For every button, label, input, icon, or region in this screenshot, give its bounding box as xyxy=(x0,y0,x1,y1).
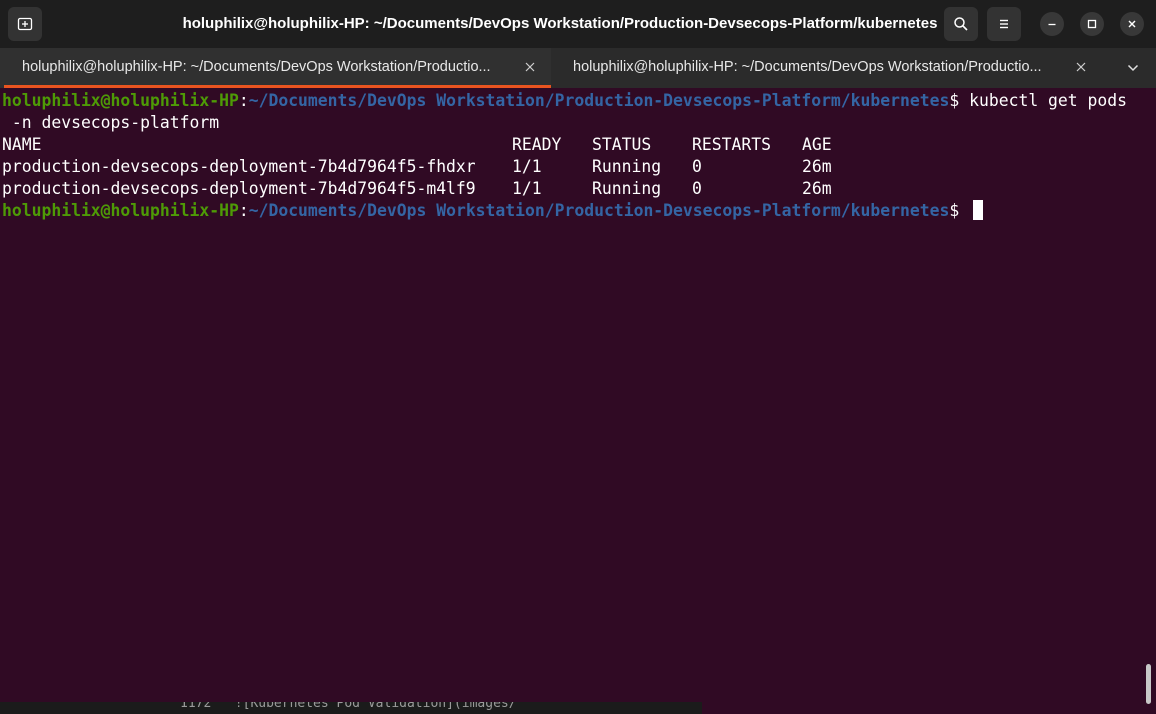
pod-status: Running xyxy=(592,179,662,198)
maximize-icon xyxy=(1087,19,1097,29)
table-row: production-devsecops-deployment-7b4d7964… xyxy=(2,156,1102,178)
prompt-line: holuphilix@holuphilix-HP:~/Documents/Dev… xyxy=(2,90,1127,112)
header-status: STATUS xyxy=(592,135,652,154)
prompt-path: ~/Documents/DevOps Workstation/Productio… xyxy=(248,201,950,220)
terminal-output[interactable]: holuphilix@holuphilix-HP:~/Documents/Dev… xyxy=(0,88,1140,714)
search-button[interactable] xyxy=(944,7,978,41)
scrollbar-thumb[interactable] xyxy=(1146,664,1151,704)
pod-ready: 1/1 xyxy=(512,157,542,176)
prompt-path: ~/Documents/DevOps Workstation/Productio… xyxy=(248,91,950,110)
pod-name: production-devsecops-deployment-7b4d7964… xyxy=(2,179,476,198)
prompt-symbol: $ xyxy=(949,91,970,110)
prompt-separator: : xyxy=(238,91,249,110)
tab-terminal-2[interactable]: holuphilix@holuphilix-HP: ~/Documents/De… xyxy=(551,48,1102,88)
close-icon xyxy=(525,62,535,72)
pod-name: production-devsecops-deployment-7b4d7964… xyxy=(2,157,476,176)
header-ready: READY xyxy=(512,135,562,154)
pod-ready: 1/1 xyxy=(512,179,542,198)
new-tab-icon xyxy=(17,17,33,31)
tab-bar: holuphilix@holuphilix-HP: ~/Documents/De… xyxy=(0,48,1156,88)
tab-close-button[interactable] xyxy=(521,58,539,76)
tab-label: holuphilix@holuphilix-HP: ~/Documents/De… xyxy=(22,59,491,75)
table-row: production-devsecops-deployment-7b4d7964… xyxy=(2,178,1102,200)
pod-age: 26m xyxy=(802,157,832,176)
search-icon xyxy=(954,17,968,31)
window-title: holuphilix@holuphilix-HP: ~/Documents/De… xyxy=(182,15,938,32)
chevron-down-icon xyxy=(1127,64,1139,72)
pod-status: Running xyxy=(592,157,662,176)
background-window: 1172 ![Kubernetes Pod Validation](images… xyxy=(0,702,702,714)
header-name: NAME xyxy=(2,135,42,154)
terminal-scrollbar[interactable] xyxy=(1140,88,1156,714)
minimize-icon xyxy=(1048,23,1056,26)
command-text: kubectl get pods xyxy=(969,91,1127,110)
table-header-row: NAME READY STATUS RESTARTS AGE xyxy=(2,134,1102,156)
prompt-user-host: holuphilix@holuphilix-HP xyxy=(2,201,239,220)
prompt-separator: : xyxy=(238,201,249,220)
close-icon xyxy=(1076,62,1086,72)
new-tab-button[interactable] xyxy=(8,7,42,41)
close-window-button[interactable] xyxy=(1120,12,1144,36)
pod-restarts: 0 xyxy=(692,157,702,176)
menu-button[interactable] xyxy=(987,7,1021,41)
pod-age: 26m xyxy=(802,179,832,198)
text-cursor xyxy=(973,200,984,220)
tab-overflow-button[interactable] xyxy=(1118,58,1148,78)
command-continuation: -n devsecops-platform xyxy=(2,113,220,132)
header-age: AGE xyxy=(802,135,832,154)
prompt-user-host: holuphilix@holuphilix-HP xyxy=(2,91,239,110)
tab-close-button[interactable] xyxy=(1072,58,1090,76)
close-icon xyxy=(1128,20,1136,28)
tab-terminal-1[interactable]: holuphilix@holuphilix-HP: ~/Documents/De… xyxy=(0,48,551,88)
pod-restarts: 0 xyxy=(692,179,702,198)
minimize-button[interactable] xyxy=(1040,12,1064,36)
tab-label: holuphilix@holuphilix-HP: ~/Documents/De… xyxy=(573,59,1042,75)
header-restarts: RESTARTS xyxy=(692,135,771,154)
prompt-symbol: $ xyxy=(949,201,970,220)
title-bar: holuphilix@holuphilix-HP: ~/Documents/De… xyxy=(0,0,1156,48)
prompt-line: holuphilix@holuphilix-HP:~/Documents/Dev… xyxy=(2,200,984,222)
hamburger-menu-icon xyxy=(1000,19,1008,29)
maximize-button[interactable] xyxy=(1080,12,1104,36)
background-window-text: 1172 ![Kubernetes Pod Validation](images… xyxy=(180,702,517,711)
